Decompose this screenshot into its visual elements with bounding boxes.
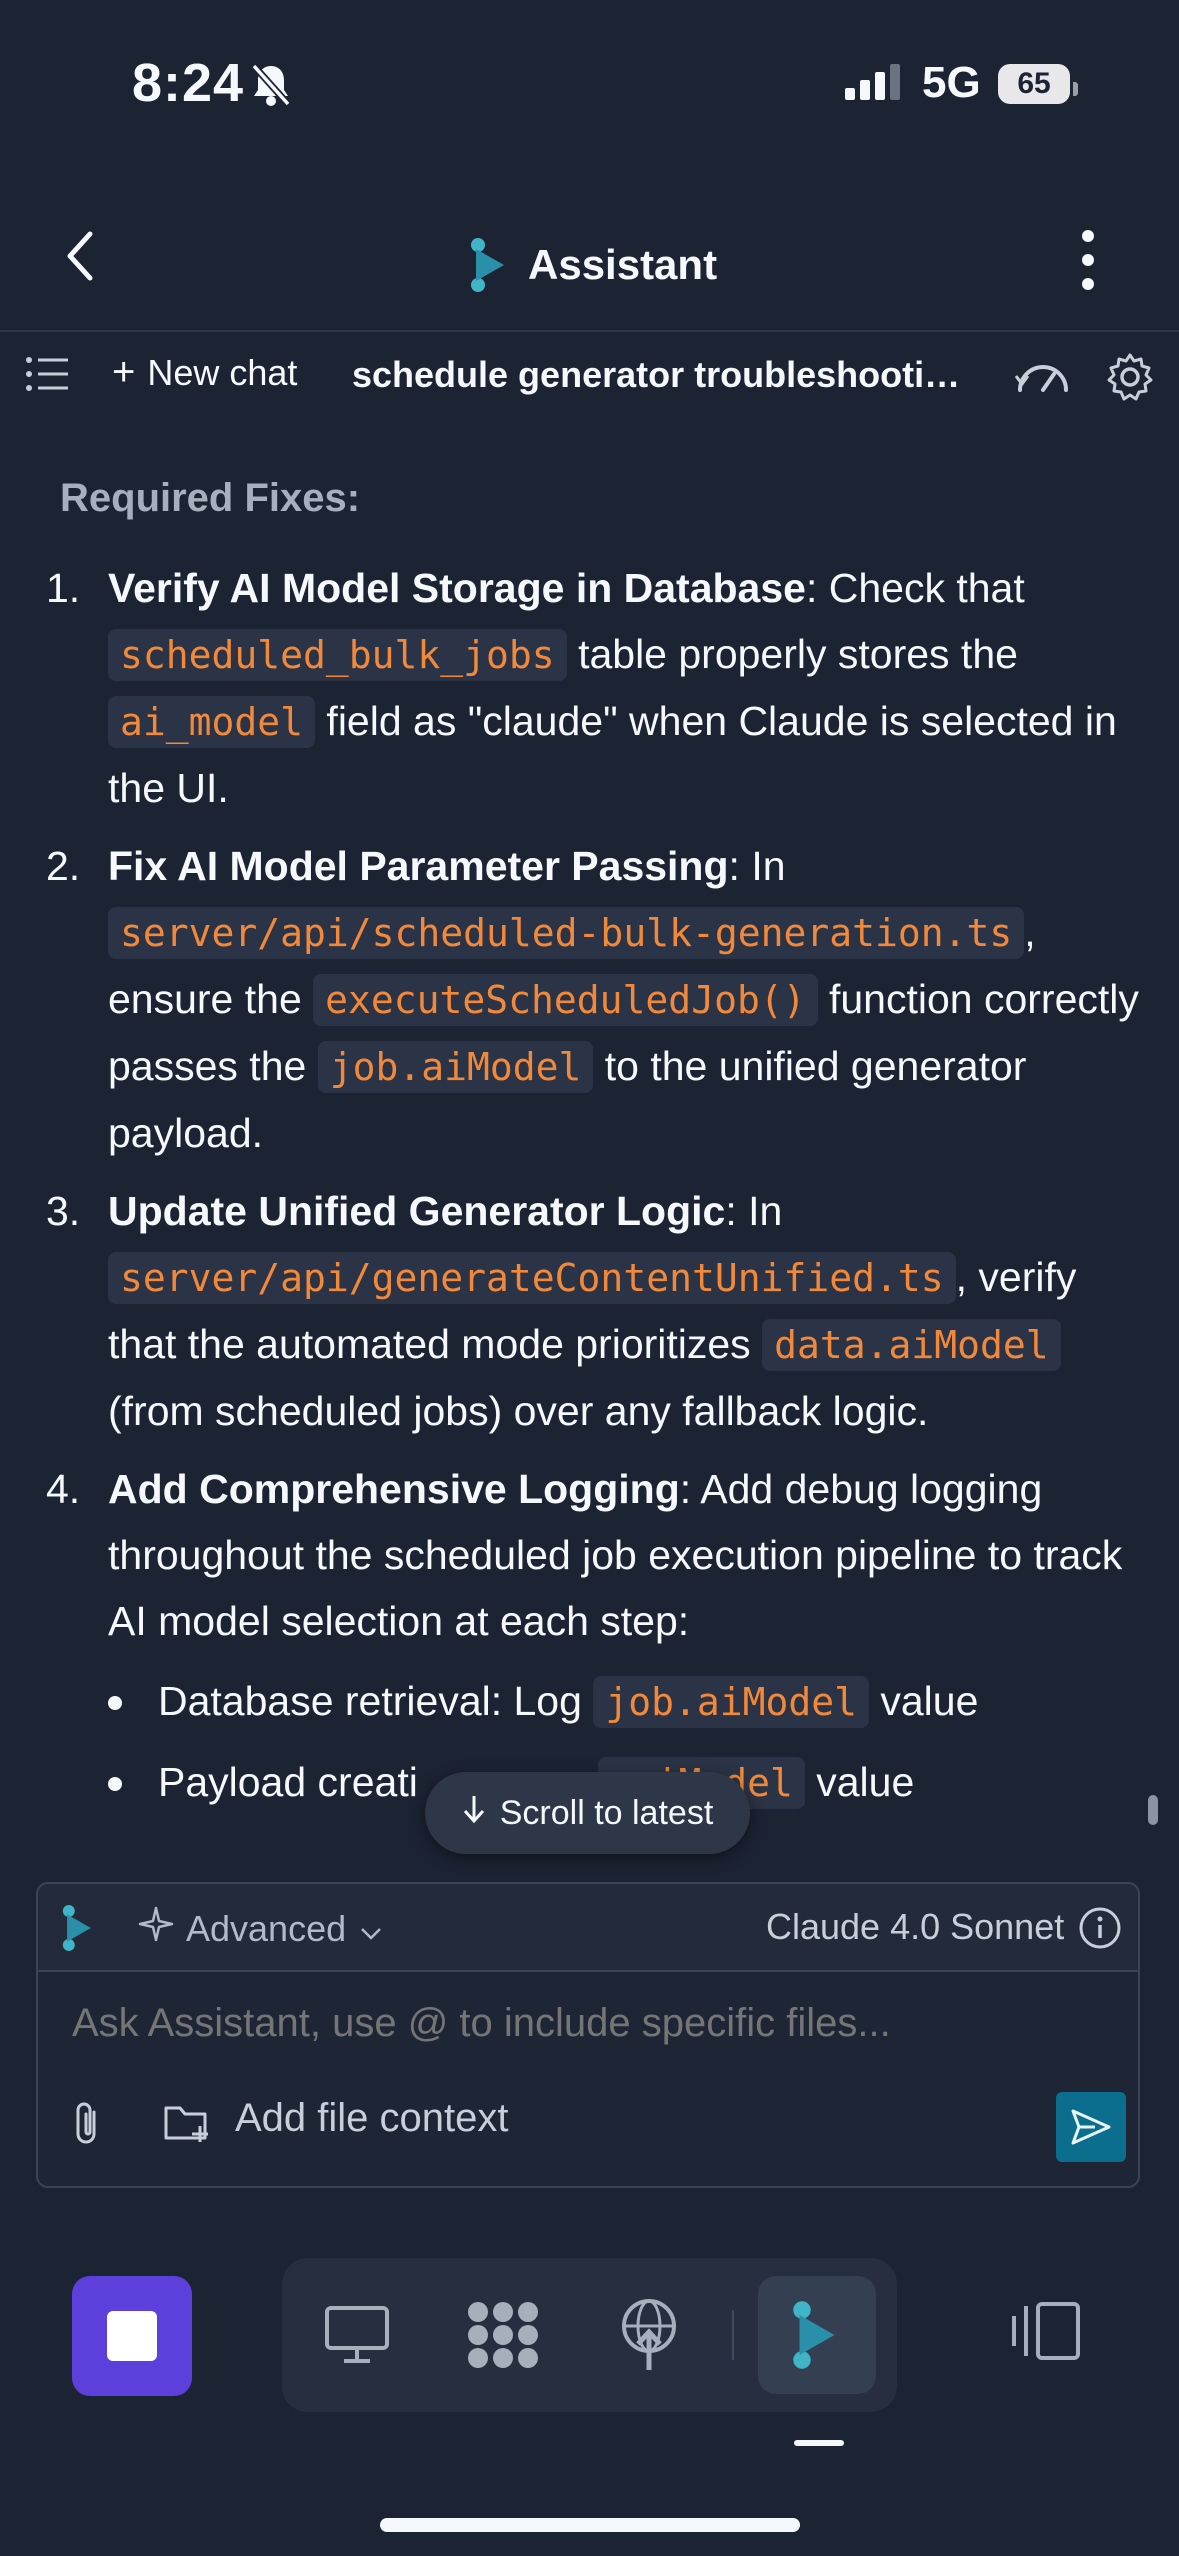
chat-content: Required Fixes: 1. Verify AI Model Stora… [0, 420, 1179, 1880]
desktop-monitor-icon[interactable] [312, 2290, 402, 2380]
inline-code: job.aiModel [317, 1041, 594, 1093]
assistant-tab-active[interactable] [758, 2276, 876, 2394]
silent-bell-icon [250, 62, 292, 113]
message-input[interactable] [70, 2000, 1104, 2047]
inline-code: ai_model [108, 696, 316, 748]
header-divider [0, 330, 1179, 332]
battery-icon: 65 [998, 64, 1078, 104]
chat-toolbar: + New chat schedule generator troublesho… [0, 336, 1179, 416]
scrollbar[interactable] [1148, 1795, 1158, 1825]
signal-icon [845, 64, 905, 105]
composer-header: Advanced Claude 4.0 Sonnet [38, 1884, 1138, 1972]
status-bar: 8:24 5G 65 [0, 0, 1179, 170]
sub-list-item: Database retrieval: Log job.aiModel valu… [108, 1668, 1140, 1735]
arrow-down-icon [462, 1794, 486, 1833]
inline-code: server/api/generateContentUnified.ts [108, 1252, 956, 1304]
page-title: Assistant [528, 241, 718, 288]
paperclip-icon[interactable] [68, 2100, 108, 2153]
fixes-list: 1. Verify AI Model Storage in Database: … [0, 555, 1140, 1828]
inline-code: executeScheduledJob() [313, 974, 818, 1026]
info-icon[interactable] [1078, 1906, 1122, 1955]
model-selector[interactable]: Claude 4.0 Sonnet [766, 1906, 1064, 1948]
app-header: Assistant [0, 200, 1179, 330]
usage-gauge-icon[interactable] [1014, 354, 1072, 403]
assistant-logo-icon [793, 2301, 835, 2369]
assistant-title: Assistant [470, 230, 717, 300]
mode-selector[interactable]: Advanced [138, 1906, 382, 1951]
sparkle-icon [138, 1906, 174, 1951]
add-folder-icon[interactable] [162, 2100, 212, 2151]
deploy-globe-icon[interactable] [604, 2290, 694, 2380]
list-item: 2. Fix AI Model Parameter Passing: In se… [46, 843, 1139, 1156]
list-item: 3. Update Unified Generator Logic: In se… [46, 1188, 1077, 1434]
chat-list-icon[interactable] [26, 356, 70, 397]
inline-code: data.aiModel [762, 1319, 1061, 1371]
send-button[interactable] [1056, 2092, 1126, 2162]
active-tab-indicator [794, 2440, 844, 2446]
bottom-dock [282, 2258, 897, 2412]
network-type: 5G [922, 58, 981, 107]
inline-code: scheduled_bulk_jobs [108, 629, 567, 681]
scroll-to-latest-label: Scroll to latest [499, 1793, 714, 1832]
mode-label: Advanced [186, 1907, 347, 1949]
plus-icon: + [112, 350, 136, 394]
new-chat-button[interactable]: + New chat [112, 350, 297, 395]
list-item: 4. Add Comprehensive Logging: Add debug … [0, 1456, 1140, 1816]
assistant-logo-icon [62, 1904, 96, 1957]
composer: Advanced Claude 4.0 Sonnet Add file cont… [36, 1882, 1140, 2188]
new-chat-label: New chat [147, 351, 298, 393]
chevron-down-icon [360, 1908, 382, 1950]
assistant-logo-icon [471, 238, 504, 292]
add-file-context-button[interactable]: Add file context [235, 2096, 509, 2141]
battery-level: 65 [998, 64, 1070, 104]
home-indicator[interactable] [380, 2518, 800, 2532]
settings-gear-icon[interactable] [1105, 352, 1155, 407]
apps-grid-icon[interactable] [458, 2290, 548, 2380]
stop-button[interactable] [72, 2276, 192, 2396]
more-options-icon[interactable] [1070, 228, 1106, 297]
back-chevron-icon[interactable] [60, 228, 100, 289]
stop-icon [107, 2311, 157, 2361]
scroll-to-latest-button[interactable]: Scroll to latest [425, 1772, 750, 1854]
status-time: 8:24 [132, 53, 245, 113]
list-item: 1. Verify AI Model Storage in Database: … [46, 565, 1117, 811]
section-heading: Required Fixes: [60, 476, 361, 520]
dock-divider [732, 2310, 734, 2360]
send-icon [1071, 2109, 1111, 2145]
panel-toggle-icon[interactable] [1008, 2300, 1084, 2367]
chat-title[interactable]: schedule generator troubleshooting ... [352, 354, 982, 396]
inline-code: server/api/scheduled-bulk-generation.ts [108, 907, 1025, 959]
inline-code: job.aiModel [593, 1676, 869, 1728]
